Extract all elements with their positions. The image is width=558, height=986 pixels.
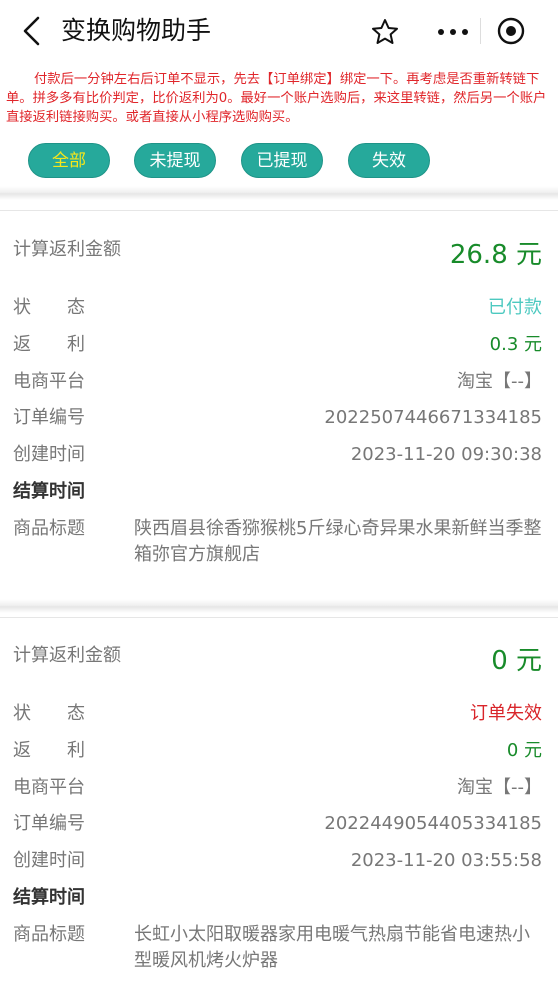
back-icon[interactable] xyxy=(16,14,46,48)
platform-value: 淘宝【--】 xyxy=(457,777,542,798)
star-icon[interactable] xyxy=(370,17,400,47)
status-label: 状 态 xyxy=(13,703,85,724)
status-value: 已付款 xyxy=(488,297,542,318)
created-time-value: 2023-11-20 03:55:58 xyxy=(350,850,542,871)
platform-label: 电商平台 xyxy=(13,371,85,392)
nav-divider xyxy=(480,18,481,44)
product-title-label: 商品标题 xyxy=(13,924,85,945)
filter-tabs: 全部 未提现 已提现 失效 xyxy=(0,143,558,181)
created-time-value: 2023-11-20 09:30:38 xyxy=(350,444,542,465)
settled-time-label: 结算时间 xyxy=(13,887,85,908)
settled-time-label: 结算时间 xyxy=(13,481,85,502)
order-number-label: 订单编号 xyxy=(13,813,85,834)
filter-not-withdrawn[interactable]: 未提现 xyxy=(134,143,216,178)
rebate-amount-label: 计算返利金额 xyxy=(13,645,121,666)
rebate-label: 返 利 xyxy=(13,334,85,355)
order-number-value: 2022507446671334185 xyxy=(324,407,542,428)
order-number-value: 2022449054405334185 xyxy=(324,813,542,834)
page-title: 变换购物助手 xyxy=(61,16,212,45)
platform-value: 淘宝【--】 xyxy=(457,371,542,392)
record-icon[interactable] xyxy=(496,16,526,46)
rebate-amount-value: 0 元 xyxy=(491,646,542,676)
status-value: 订单失效 xyxy=(470,703,542,724)
status-label: 状 态 xyxy=(13,297,85,318)
product-title-value: 长虹小太阳取暖器家用电暖气热扇节能省电速热小型暖风机烤火炉器 xyxy=(134,924,530,971)
filter-all[interactable]: 全部 xyxy=(28,143,110,178)
rebate-value: 0.3 元 xyxy=(489,334,542,355)
section-separator-line xyxy=(0,617,558,618)
order-number-label: 订单编号 xyxy=(13,407,85,428)
rebate-amount-value: 26.8 元 xyxy=(449,240,542,270)
product-title-label: 商品标题 xyxy=(13,518,85,539)
more-icon[interactable] xyxy=(435,17,471,47)
platform-label: 电商平台 xyxy=(13,777,85,798)
rebate-amount-label: 计算返利金额 xyxy=(13,239,121,260)
rebate-label: 返 利 xyxy=(13,740,85,761)
rebate-value: 0 元 xyxy=(506,740,542,761)
product-title-value: 陕西眉县徐香猕猴桃5斤绿心奇异果水果新鲜当季整箱弥官方旗舰店 xyxy=(134,518,542,565)
navigation-bar: 变换购物助手 xyxy=(0,0,558,62)
notice-text: 付款后一分钟左右后订单不显示，先去【订单绑定】绑定一下。再考虑是否重新转链下单。… xyxy=(6,72,547,125)
filter-withdrawn[interactable]: 已提现 xyxy=(241,143,323,178)
section-separator xyxy=(0,599,558,613)
created-time-label: 创建时间 xyxy=(13,444,85,465)
section-separator xyxy=(0,186,558,200)
section-separator-line xyxy=(0,210,558,211)
filter-invalid[interactable]: 失效 xyxy=(348,143,430,178)
created-time-label: 创建时间 xyxy=(13,850,85,871)
